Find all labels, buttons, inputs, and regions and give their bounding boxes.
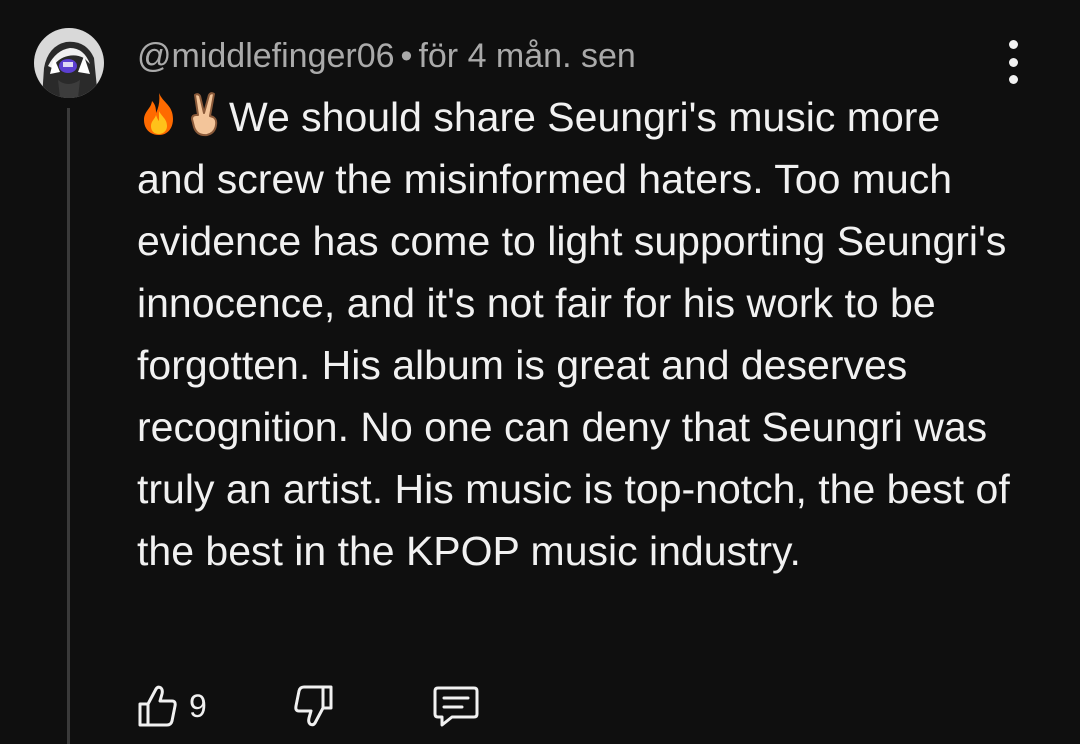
comment-body: We should share Seungri's music more and… (137, 86, 1017, 582)
reply-button[interactable] (432, 684, 480, 728)
comment-meta: @middlefinger06 • för 4 mån. sen (137, 36, 636, 76)
meta-separator: • (400, 37, 413, 75)
avatar[interactable] (34, 28, 104, 98)
fire-emoji (144, 93, 173, 135)
comment-text: We should share Seungri's music more and… (137, 94, 1010, 574)
more-options-button[interactable] (996, 40, 1030, 84)
reply-comment-icon (433, 686, 479, 727)
victory-hand-emoji (191, 92, 218, 137)
more-vertical-icon-dot (1008, 57, 1018, 67)
avatar-image (34, 28, 104, 98)
like-button[interactable]: 9 (137, 684, 207, 728)
thumbs-up-icon (138, 685, 177, 727)
thread-line (67, 108, 70, 744)
more-vertical-icon (1008, 40, 1018, 49)
dislike-button[interactable] (292, 684, 334, 728)
comment-author[interactable]: @middlefinger06 (137, 37, 395, 75)
like-count: 9 (189, 687, 207, 724)
more-vertical-icon-dot (1008, 75, 1018, 84)
thumbs-down-icon (294, 685, 333, 727)
comment-time: för 4 mån. sen (418, 37, 636, 75)
